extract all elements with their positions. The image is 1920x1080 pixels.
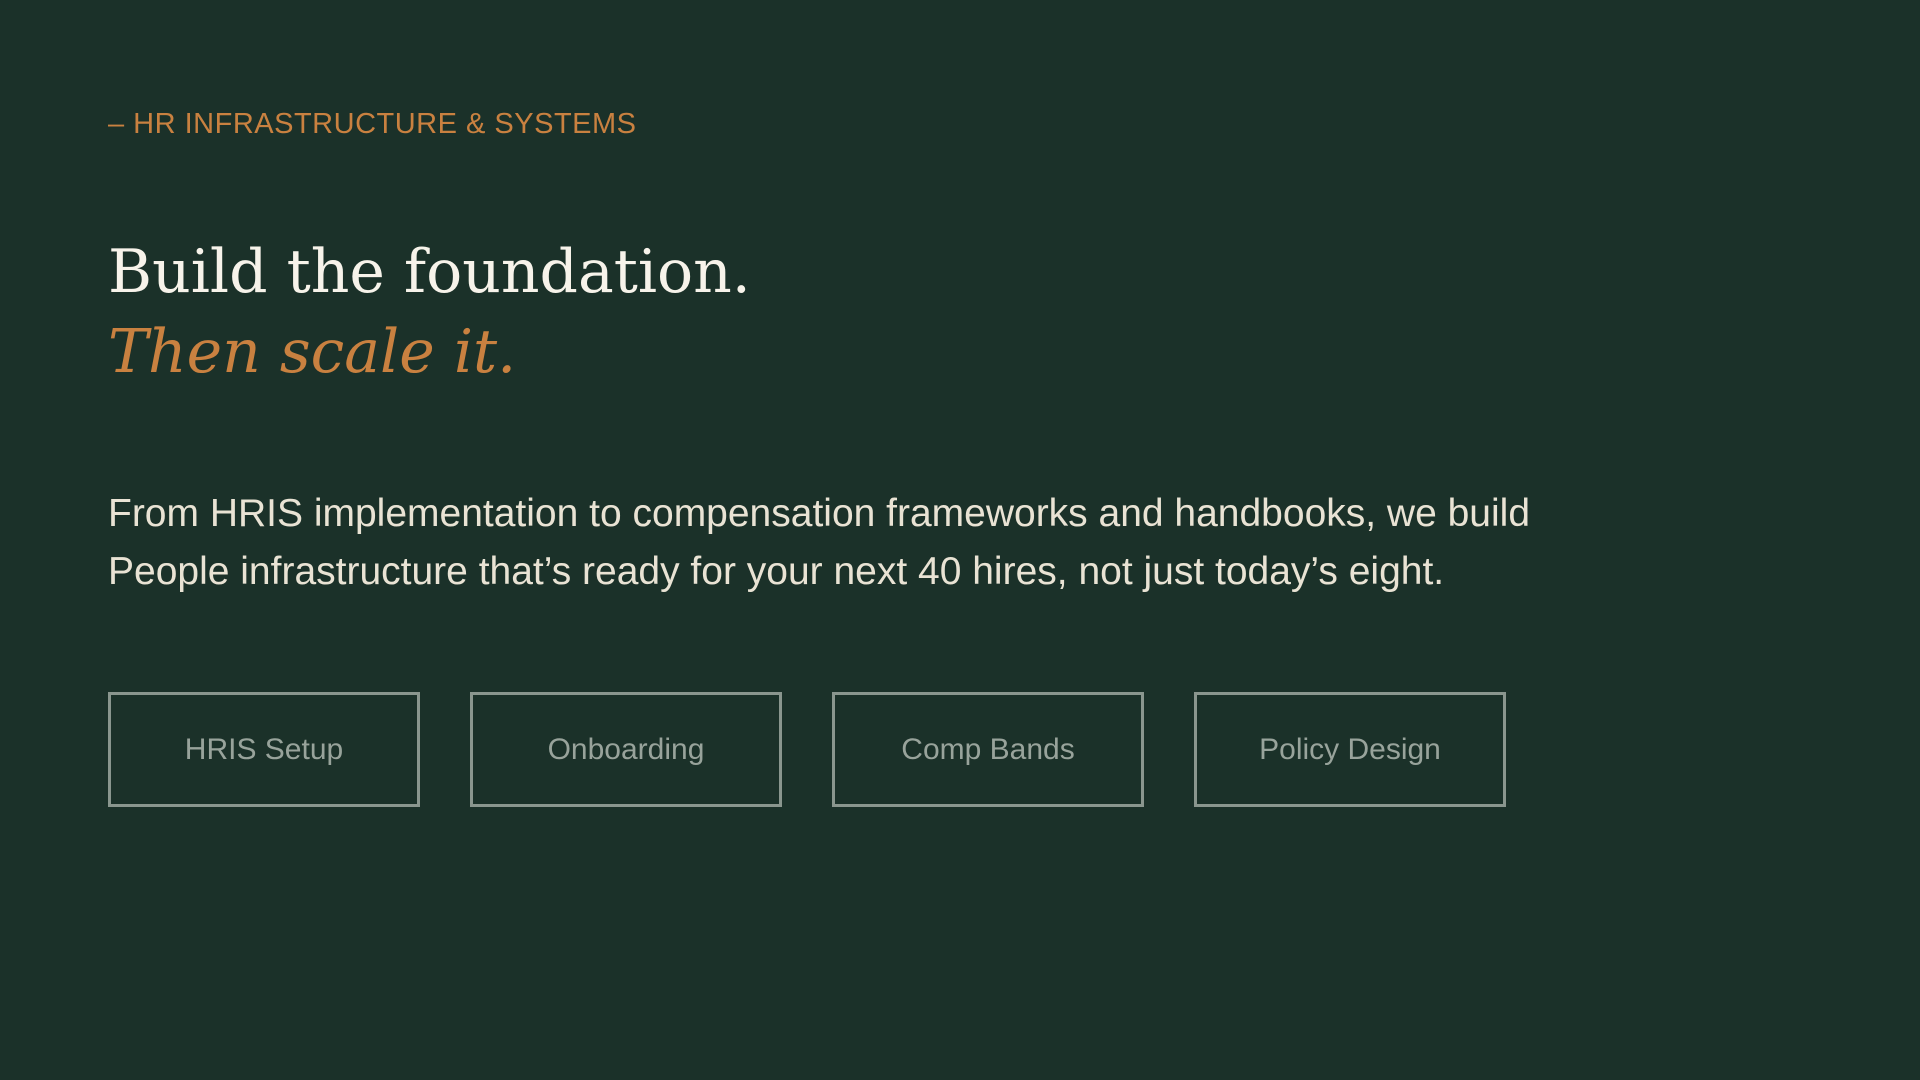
headline-main: Build the foundation. <box>108 237 751 307</box>
page-title: Build the foundation. Then scale it. <box>108 232 751 392</box>
headline-accent: Then scale it. <box>108 317 517 387</box>
tag-onboarding[interactable]: Onboarding <box>470 692 782 807</box>
hero-description: From HRIS implementation to compensation… <box>108 492 1531 593</box>
service-tags: HRIS Setup Onboarding Comp Bands Policy … <box>108 692 1506 807</box>
tag-hris-setup[interactable]: HRIS Setup <box>108 692 420 807</box>
eyebrow-label: – HR INFRASTRUCTURE & SYSTEMS <box>108 108 637 140</box>
tag-policy-design[interactable]: Policy Design <box>1194 692 1506 807</box>
tag-comp-bands[interactable]: Comp Bands <box>832 692 1144 807</box>
